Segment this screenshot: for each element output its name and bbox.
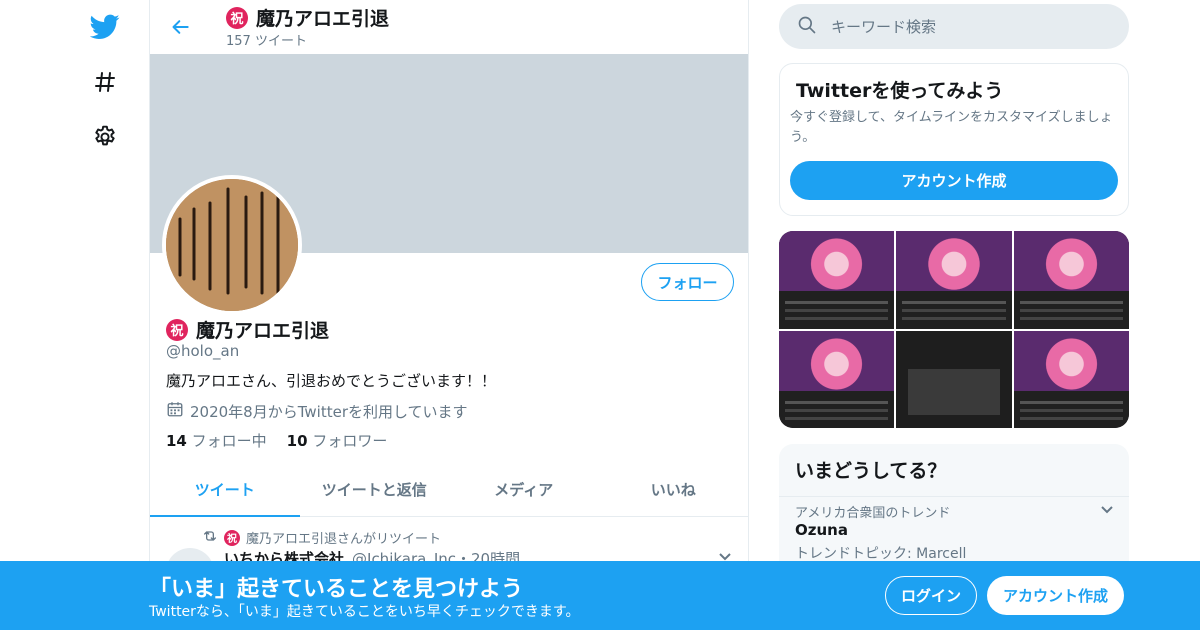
following-link[interactable]: 14 フォロー中 <box>166 430 267 451</box>
tab-media[interactable]: メディア <box>449 463 599 516</box>
tab-tweets-and-replies[interactable]: ツイートと返信 <box>300 463 450 516</box>
follow-button[interactable]: フォロー <box>641 263 734 301</box>
hashtag-icon[interactable] <box>88 65 122 99</box>
trend-topic: トレンドトピック: Marcell <box>795 546 967 562</box>
followers-count: 10 <box>286 432 308 450</box>
media-grid <box>779 231 1129 428</box>
profile-stats: 14 フォロー中 10 フォロワー <box>166 430 387 451</box>
search-input[interactable] <box>831 17 1101 36</box>
bottom-signup-bar: 「いま」起きていることを見つけよう Twitterなら、「いま」起きていることを… <box>0 561 1200 630</box>
profile-bio: 魔乃アロエさん、引退おめでとうございます！！ <box>166 372 497 390</box>
page-title: 祝 魔乃アロエ引退 <box>226 4 389 31</box>
profile-handle: @holo_an <box>166 342 240 360</box>
media-thumbnail[interactable] <box>1013 231 1129 329</box>
trend-name[interactable]: Ozuna <box>795 521 848 539</box>
tab-likes[interactable]: いいね <box>599 463 749 516</box>
twitter-bird-icon[interactable] <box>88 10 122 44</box>
profile-name: 祝 魔乃アロエ引退 <box>166 316 329 343</box>
celebration-badge-icon: 祝 <box>226 6 248 29</box>
create-account-button[interactable]: アカウント作成 <box>790 161 1118 200</box>
celebration-badge-icon: 祝 <box>166 318 188 341</box>
joined-date-text: 2020年8月からTwitterを利用しています <box>190 402 468 421</box>
bottom-bar-title: 「いま」起きていることを見つけよう <box>149 577 524 602</box>
profile-tabs: ツイート ツイートと返信 メディア いいね <box>150 463 748 517</box>
profile-topbar: 祝 魔乃アロエ引退 157 ツイート <box>150 0 748 54</box>
media-thumbnail[interactable] <box>896 231 1012 329</box>
left-navigation <box>80 0 130 630</box>
media-thumbnail[interactable] <box>1013 330 1129 428</box>
back-arrow-icon[interactable] <box>166 12 196 42</box>
search-bar <box>779 4 1129 49</box>
bottom-bar-subtitle: Twitterなら、「いま」起きていることをいち早くチェックできます。 <box>149 604 580 620</box>
chevron-down-icon[interactable] <box>1097 500 1117 520</box>
profile-column: 祝 魔乃アロエ引退 157 ツイート フォロー 祝 魔乃アロエ引退 @holo_… <box>149 0 749 630</box>
profile-joined: 2020年8月からTwitterを利用しています <box>166 400 468 422</box>
gear-icon[interactable] <box>88 120 122 154</box>
followers-label: フォロワー <box>312 432 388 450</box>
retweet-text[interactable]: 魔乃アロエ引退さんがリツイート <box>246 528 441 547</box>
media-thumbnail[interactable] <box>896 330 1012 428</box>
signup-button[interactable]: アカウント作成 <box>987 576 1124 615</box>
divider <box>779 496 1129 497</box>
calendar-icon <box>166 400 184 422</box>
profile-avatar[interactable] <box>162 175 302 315</box>
following-label: フォロー中 <box>191 432 267 450</box>
followers-link[interactable]: 10 フォロワー <box>287 430 388 451</box>
signup-card-title: Twitterを使ってみよう <box>796 80 1004 102</box>
tweet-count: 157 ツイート <box>226 34 307 49</box>
retweet-icon <box>202 529 218 547</box>
media-thumbnail[interactable] <box>779 330 895 428</box>
media-thumbnail[interactable] <box>779 231 895 329</box>
profile-name-text: 魔乃アロエ引退 <box>196 320 330 342</box>
trends-title: いまどうしてる？ <box>795 460 947 482</box>
celebration-badge-icon: 祝 <box>224 529 240 546</box>
retweet-context: 祝 魔乃アロエ引退さんがリツイート <box>202 528 441 547</box>
following-count: 14 <box>166 432 187 450</box>
page-title-text: 魔乃アロエ引退 <box>256 8 390 30</box>
login-button[interactable]: ログイン <box>885 576 977 615</box>
trend-context: アメリカ合衆国のトレンド <box>795 506 951 521</box>
signup-card-description: 今すぐ登録して、タイムラインをカスタマイズしましょう。 <box>790 110 1113 145</box>
search-icon <box>797 15 817 39</box>
signup-card: Twitterを使ってみよう 今すぐ登録して、タイムラインをカスタマイズしましょ… <box>779 63 1129 216</box>
tab-tweets[interactable]: ツイート <box>150 463 300 517</box>
